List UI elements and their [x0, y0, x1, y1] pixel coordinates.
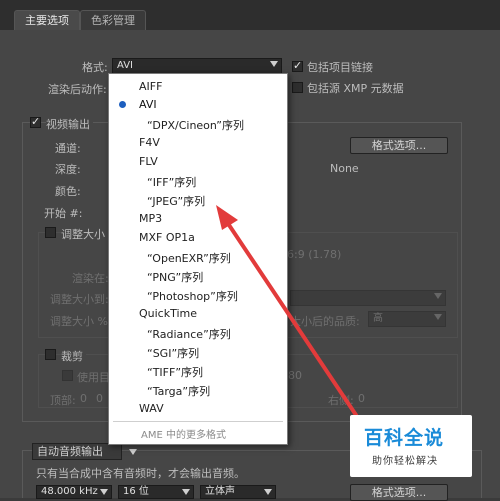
- video-format-options-button[interactable]: 格式选项...: [350, 137, 448, 154]
- format-option-mxf[interactable]: MXF OP1a: [139, 231, 195, 244]
- audio-note: 只有当合成中含有音频时，才会输出音频。: [36, 467, 245, 480]
- tab-main-options[interactable]: 主要选项: [14, 10, 80, 30]
- video-output-label: 视频输出: [46, 116, 93, 132]
- format-option-quicktime[interactable]: QuickTime: [139, 307, 197, 320]
- format-option-iff[interactable]: “IFF”序列: [147, 174, 196, 190]
- format-option-tiff[interactable]: “TIFF”序列: [147, 364, 203, 380]
- audio-mode-value: 自动音频输出: [37, 445, 103, 458]
- include-project-link-label: 包括项目链接: [307, 61, 373, 74]
- watermark-logo: 百科全说 助你轻松解决: [350, 415, 472, 477]
- include-xmp-label: 包括源 XMP 元数据: [307, 82, 404, 95]
- chevron-down-icon: [434, 293, 442, 299]
- crop-label: 裁剪: [61, 348, 86, 364]
- watermark-title: 百科全说: [364, 427, 445, 449]
- include-xmp-checkbox[interactable]: [292, 82, 303, 93]
- use-region-label: 使用目: [77, 371, 110, 384]
- use-region-checkbox[interactable]: [62, 370, 73, 381]
- format-option-targa[interactable]: “Targa”序列: [147, 383, 210, 399]
- channels-select[interactable]: 立体声: [200, 485, 276, 499]
- video-output-checkbox[interactable]: [30, 115, 41, 128]
- chevron-down-icon: [264, 489, 272, 495]
- format-option-png[interactable]: “PNG”序列: [147, 269, 203, 285]
- format-dropdown-menu: AIFF AVI “DPX/Cineon”序列 F4V FLV “IFF”序列 …: [108, 73, 288, 445]
- format-option-flv[interactable]: FLV: [139, 155, 158, 168]
- resize-ratio-text: 6:9 (1.78): [287, 248, 342, 261]
- chevron-down-icon: [182, 489, 190, 495]
- resize-checkbox[interactable]: [45, 227, 56, 238]
- format-select-value: AVI: [117, 60, 133, 71]
- resize-to-select[interactable]: [290, 290, 446, 306]
- format-option-radiance[interactable]: “Radiance”序列: [147, 326, 231, 342]
- resize-quality-value: 高: [373, 313, 383, 324]
- crop-checkbox[interactable]: [45, 349, 56, 360]
- more-formats-item[interactable]: AME 中的更多格式: [141, 426, 226, 441]
- menu-separator: [113, 421, 283, 422]
- format-option-wav[interactable]: WAV: [139, 402, 164, 415]
- format-option-sgi[interactable]: “SGI”序列: [147, 345, 199, 361]
- watermark-subtitle: 助你轻松解决: [372, 456, 438, 467]
- resize-to-label: 调整大小到:: [50, 293, 109, 306]
- format-option-openexr[interactable]: “OpenEXR”序列: [147, 250, 231, 266]
- format-option-f4v[interactable]: F4V: [139, 136, 160, 149]
- include-project-link-checkbox[interactable]: [292, 59, 303, 72]
- selected-radio-icon: [119, 101, 126, 108]
- channel-label: 通道:: [55, 142, 81, 155]
- crop-right-label: 右侧:: [328, 394, 354, 407]
- sample-rate-value: 48.000 kHz: [41, 486, 98, 497]
- crop-top-label: 顶部:: [50, 394, 76, 407]
- audio-mode-select[interactable]: 自动音频输出: [32, 443, 137, 460]
- resize-label: 调整大小: [61, 226, 108, 242]
- channels-value: 立体声: [205, 486, 235, 497]
- crop-value-80: 80: [288, 369, 302, 382]
- crop-top-value[interactable]: 0: [80, 392, 87, 405]
- format-option-photoshop[interactable]: “Photoshop”序列: [147, 288, 238, 304]
- crop-left-value[interactable]: 0: [96, 392, 103, 405]
- resize-percent-label: 调整大小 %:: [50, 315, 112, 328]
- codec-value: None: [330, 162, 359, 175]
- render-at-label: 渲染在:: [72, 272, 109, 285]
- format-option-dpx[interactable]: “DPX/Cineon”序列: [147, 117, 244, 133]
- render-action-label: 渲染后动作:: [48, 83, 107, 96]
- resize-quality-label: 大小后的品质:: [290, 315, 360, 328]
- chevron-down-icon: [270, 61, 278, 67]
- start-label: 开始 #:: [44, 207, 83, 220]
- tab-color-management[interactable]: 色彩管理: [80, 10, 146, 30]
- format-option-mp3[interactable]: MP3: [139, 212, 162, 225]
- format-select[interactable]: AVI: [112, 58, 282, 74]
- format-option-aiff[interactable]: AIFF: [139, 80, 162, 93]
- bit-depth-select[interactable]: 16 位: [118, 485, 194, 499]
- audio-format-options-button[interactable]: 格式选项...: [350, 484, 448, 501]
- format-option-avi[interactable]: AVI: [139, 98, 157, 111]
- crop-right-value[interactable]: 0: [358, 392, 365, 405]
- bit-depth-value: 16 位: [123, 486, 149, 497]
- chevron-down-icon: [100, 489, 108, 495]
- color-label: 颜色:: [55, 185, 81, 198]
- sample-rate-select[interactable]: 48.000 kHz: [36, 485, 112, 499]
- format-option-jpeg[interactable]: “JPEG”序列: [147, 193, 205, 209]
- chevron-down-icon: [129, 449, 137, 455]
- format-label: 格式:: [82, 61, 108, 74]
- chevron-down-icon: [434, 314, 442, 320]
- depth-label: 深度:: [55, 163, 81, 176]
- resize-quality-select[interactable]: 高: [368, 311, 446, 327]
